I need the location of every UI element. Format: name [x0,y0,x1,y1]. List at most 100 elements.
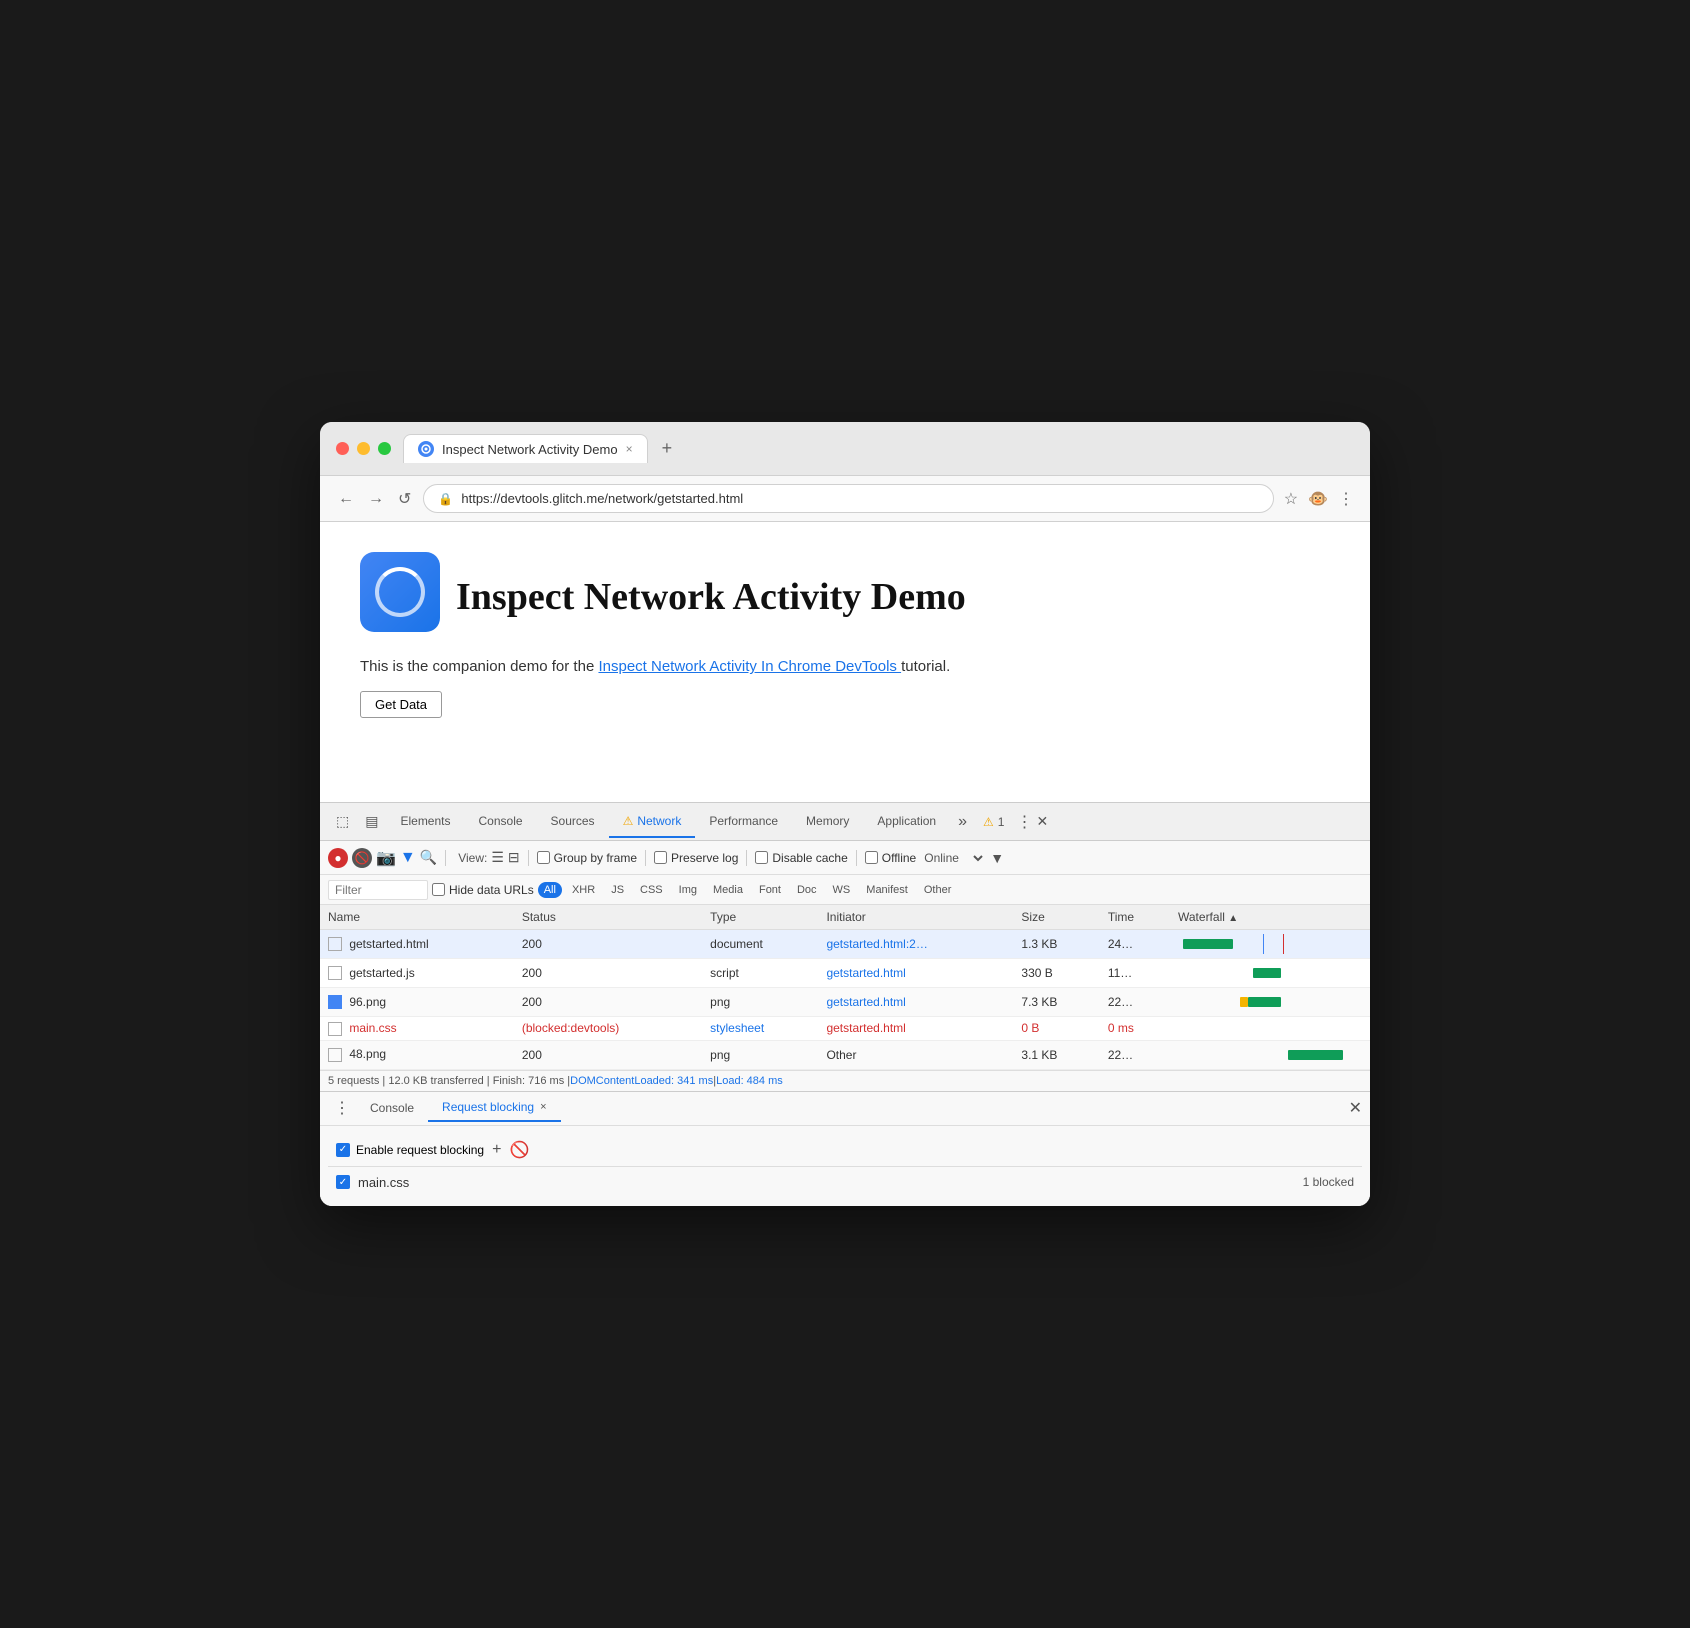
cell-initiator[interactable]: getstarted.html [818,988,1013,1017]
hide-data-urls-checkbox[interactable] [432,883,445,896]
filter-input[interactable] [328,880,428,900]
table-row[interactable]: 48.png 200 png Other 3.1 KB 22… [320,1040,1370,1069]
filter-js-button[interactable]: JS [605,882,630,898]
disable-cache-checkbox[interactable] [755,851,768,864]
group-by-frame-label[interactable]: Group by frame [537,851,637,865]
tab-performance[interactable]: Performance [695,806,792,838]
get-data-button[interactable]: Get Data [360,691,442,718]
group-by-frame-checkbox[interactable] [537,851,550,864]
url-bar[interactable]: 🔒 https://devtools.glitch.me/network/get… [423,484,1273,513]
cell-status: (blocked:devtools) [514,1017,702,1041]
file-type-icon [328,995,342,1009]
cell-waterfall [1170,1017,1370,1041]
filter-other-button[interactable]: Other [918,882,958,898]
rb-item-checkbox[interactable]: ✓ [336,1175,350,1189]
col-status[interactable]: Status [514,905,702,930]
tab-network[interactable]: ⚠ Network [609,806,696,838]
throttle-select[interactable]: Online Fast 3G Slow 3G Offline [920,850,986,866]
col-type[interactable]: Type [702,905,818,930]
cell-size: 0 B [1013,1017,1099,1041]
tab-console[interactable]: Console [465,806,537,838]
cell-status: 200 [514,1040,702,1069]
toolbar-sep-3 [645,850,646,866]
enable-rb-checkbox-icon: ✓ [336,1143,350,1157]
cell-initiator[interactable]: getstarted.html:2… [818,930,1013,959]
request-blocking-tab-close[interactable]: × [540,1101,546,1113]
more-tabs-button[interactable]: » [950,813,975,831]
table-row[interactable]: getstarted.js 200 script getstarted.html… [320,959,1370,988]
tab-close-button[interactable]: × [626,442,633,456]
filter-xhr-button[interactable]: XHR [566,882,601,898]
table-row[interactable]: getstarted.html 200 document getstarted.… [320,930,1370,959]
minimize-traffic-light[interactable] [357,442,370,455]
view-list-icon[interactable]: ☰ [491,849,504,866]
filter-button[interactable]: ▼ [400,849,416,867]
close-traffic-light[interactable] [336,442,349,455]
filter-all-button[interactable]: All [538,882,562,898]
camera-button[interactable]: 📷 [376,848,396,868]
filter-manifest-button[interactable]: Manifest [860,882,914,898]
filter-font-button[interactable]: Font [753,882,787,898]
profile-icon[interactable]: 🐵 [1308,489,1328,509]
offline-label[interactable]: Offline [865,851,916,865]
rb-list-item[interactable]: ✓ main.css 1 blocked [328,1167,1362,1198]
devtools-sidebar-icon[interactable]: ▤ [357,813,386,830]
table-row[interactable]: 96.png 200 png getstarted.html 7.3 KB 22… [320,988,1370,1017]
devtools-close-icon[interactable]: ✕ [1036,813,1048,830]
alert-warning-icon: ⚠ [983,815,994,829]
bottom-panel-menu-icon[interactable]: ⋮ [328,1098,356,1118]
cell-initiator[interactable]: getstarted.html [818,959,1013,988]
waterfall-bar [1183,939,1233,949]
disable-cache-label[interactable]: Disable cache [755,851,847,865]
browser-tab[interactable]: Inspect Network Activity Demo × [403,434,648,463]
new-tab-button[interactable]: + [656,436,679,461]
col-initiator[interactable]: Initiator [818,905,1013,930]
stop-button[interactable]: 🚫 [352,848,372,868]
cell-name: 48.png [320,1040,514,1069]
table-row[interactable]: main.css (blocked:devtools) stylesheet g… [320,1017,1370,1041]
hide-data-urls-label[interactable]: Hide data URLs [432,883,534,897]
maximize-traffic-light[interactable] [378,442,391,455]
record-button[interactable]: ● [328,848,348,868]
tab-sources[interactable]: Sources [537,806,609,838]
filter-css-button[interactable]: CSS [634,882,669,898]
bottom-panel-close-icon[interactable]: ✕ [1349,1098,1362,1118]
alert-count: 1 [998,815,1005,829]
tab-memory[interactable]: Memory [792,806,863,838]
tab-bottom-console[interactable]: Console [356,1095,428,1121]
tab-application[interactable]: Application [863,806,950,838]
page-link[interactable]: Inspect Network Activity In Chrome DevTo… [598,658,901,675]
lock-icon: 🔒 [438,492,453,506]
add-pattern-button[interactable]: + [492,1141,501,1159]
devtools-cursor-icon[interactable]: ⬚ [328,813,357,830]
col-waterfall[interactable]: Waterfall ▲ [1170,905,1370,930]
enable-request-blocking-label[interactable]: ✓ Enable request blocking [336,1143,484,1157]
tab-bottom-request-blocking[interactable]: Request blocking × [428,1094,561,1122]
url-text: https://devtools.glitch.me/network/getst… [461,491,1258,506]
tab-elements[interactable]: Elements [386,806,464,838]
refresh-button[interactable]: ↺ [396,487,413,511]
browser-menu-icon[interactable]: ⋮ [1338,489,1354,509]
preserve-log-label[interactable]: Preserve log [654,851,738,865]
throttle-dropdown-icon[interactable]: ▼ [990,850,1004,866]
filter-ws-button[interactable]: WS [827,882,857,898]
filter-media-button[interactable]: Media [707,882,749,898]
bookmark-icon[interactable]: ☆ [1284,489,1298,509]
forward-button[interactable]: → [366,488,386,510]
col-size[interactable]: Size [1013,905,1099,930]
devtools-settings-icon[interactable]: ⋮ [1016,812,1032,832]
offline-checkbox[interactable] [865,851,878,864]
dom-content-loaded-text: DOMContentLoaded: 341 ms [570,1075,713,1087]
col-name[interactable]: Name [320,905,514,930]
load-text: Load: 484 ms [716,1075,783,1087]
block-icon-button[interactable]: 🚫 [509,1140,529,1160]
view-waterfall-icon[interactable]: ⊟ [508,849,520,866]
desc-after: tutorial. [901,658,950,675]
filter-img-button[interactable]: Img [673,882,703,898]
preserve-log-checkbox[interactable] [654,851,667,864]
back-button[interactable]: ← [336,488,356,510]
filter-doc-button[interactable]: Doc [791,882,823,898]
search-button[interactable]: 🔍 [420,849,437,866]
col-time[interactable]: Time [1100,905,1170,930]
cell-time: 24… [1100,930,1170,959]
